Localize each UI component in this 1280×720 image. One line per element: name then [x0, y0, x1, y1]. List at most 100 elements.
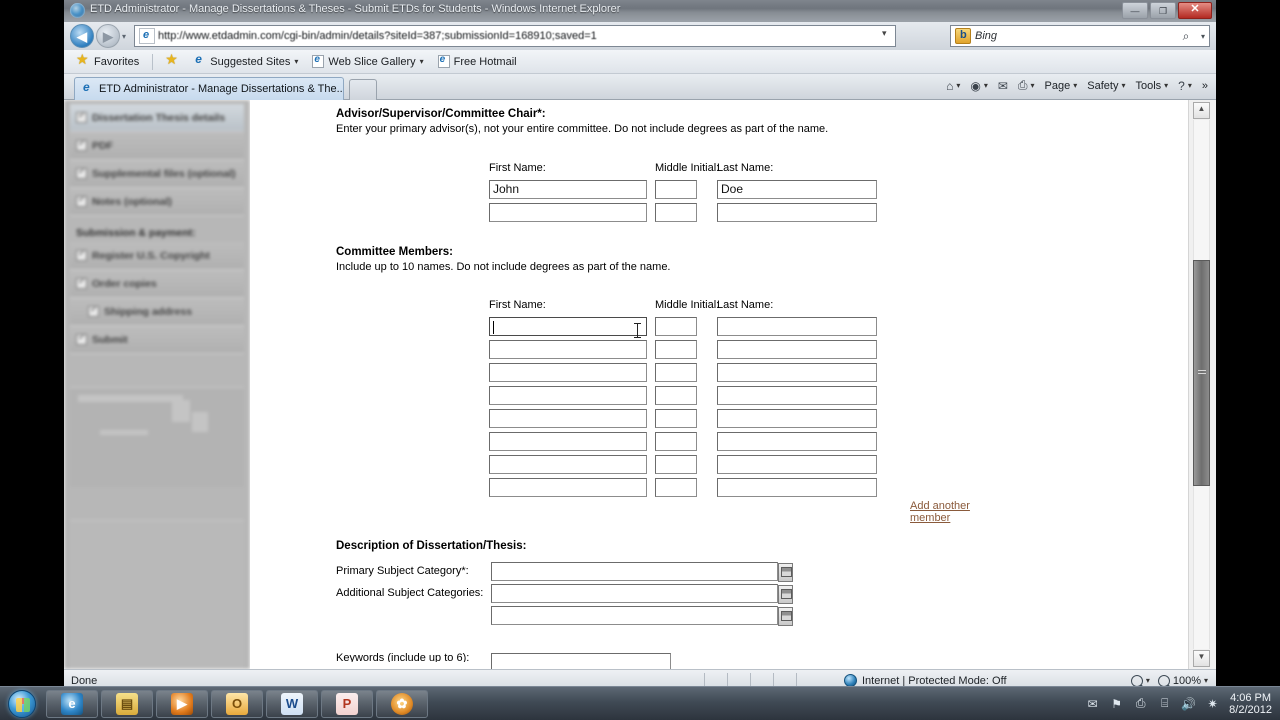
committee-first-name-input[interactable] — [489, 340, 647, 359]
committee-middle-initial-input[interactable] — [655, 317, 697, 336]
advisor-first-name-input[interactable]: John — [489, 180, 647, 199]
feeds-button[interactable]: ◉ ▾ — [966, 77, 992, 95]
taskbar-item-internet-explorer[interactable]: e — [46, 689, 98, 718]
sidebar-item-pdf[interactable]: PDF — [70, 132, 244, 160]
tools-menu[interactable]: Tools ▾ — [1131, 78, 1172, 94]
committee-middle-initial-input[interactable] — [655, 478, 697, 497]
committee-first-name-input[interactable] — [489, 363, 647, 382]
committee-last-name-input[interactable] — [717, 340, 877, 359]
chevron-down-icon[interactable]: ▾ — [1146, 676, 1150, 685]
page-menu[interactable]: Page ▾ — [1041, 78, 1082, 94]
flag-error-tray-icon[interactable]: ⚑ — [1109, 696, 1124, 711]
advisor-last-name-input[interactable]: Doe — [717, 180, 877, 199]
committee-first-name-input[interactable] — [489, 478, 647, 497]
mail-tray-icon[interactable]: ✉ — [1085, 696, 1100, 711]
close-button[interactable]: ✕ — [1178, 2, 1212, 19]
chevron-down-icon[interactable]: ▾ — [1031, 81, 1035, 90]
security-zone[interactable]: Internet | Protected Mode: Off — [844, 674, 1007, 686]
add-another-member-link[interactable]: Add another member — [910, 500, 976, 524]
favorites-button[interactable]: Favorites — [72, 51, 144, 69]
minimize-button[interactable]: — — [1122, 2, 1148, 19]
taskbar-item-media-player[interactable]: ▶ — [156, 689, 208, 718]
chevron-down-icon[interactable]: ▾ — [984, 81, 988, 90]
sidebar-item-register-copyright[interactable]: Register U.S. Copyright — [70, 242, 244, 270]
sidebar-item-shipping-address[interactable]: Shipping address — [70, 298, 244, 326]
scrollbar-thumb[interactable] — [1193, 260, 1210, 486]
chevron-down-icon[interactable]: ▾ — [1164, 81, 1168, 90]
committee-first-name-input[interactable] — [489, 455, 647, 474]
search-go-icon[interactable]: ⌕ — [1175, 29, 1197, 44]
page-scrollbar[interactable]: ▲ ▼ — [1188, 100, 1216, 669]
tab-etd-administrator[interactable]: ETD Administrator - Manage Dissertations… — [74, 77, 344, 100]
new-tab-button[interactable] — [349, 79, 377, 100]
forward-button[interactable]: ▶ — [96, 24, 120, 48]
committee-last-name-input[interactable] — [717, 432, 877, 451]
sidebar-item-supplemental-files[interactable]: Supplemental files (optional) — [70, 160, 244, 188]
scroll-down-button[interactable]: ▼ — [1193, 650, 1210, 667]
taskbar-clock[interactable]: 4:06 PM 8/2/2012 — [1229, 692, 1272, 716]
committee-middle-initial-input[interactable] — [655, 409, 697, 428]
restore-button[interactable]: ❐ — [1150, 2, 1176, 19]
category-picker-icon[interactable] — [778, 562, 793, 582]
committee-middle-initial-input[interactable] — [655, 386, 697, 405]
committee-first-name-input[interactable] — [489, 386, 647, 405]
committee-first-name-input[interactable] — [489, 409, 647, 428]
address-input[interactable]: http://www.etdadmin.com/cgi-bin/admin/de… — [158, 30, 879, 42]
privacy-report-button[interactable]: ▾ — [1130, 674, 1150, 686]
committee-last-name-input[interactable] — [717, 478, 877, 497]
recent-pages-caret-icon[interactable]: ▾ — [122, 32, 126, 41]
committee-last-name-input[interactable] — [717, 317, 877, 336]
chevron-down-icon[interactable]: ▾ — [420, 57, 424, 66]
chevron-down-icon[interactable]: ▾ — [1188, 81, 1192, 90]
sidebar-item-dissertation-details[interactable]: Dissertation Thesis details — [70, 104, 244, 132]
search-box[interactable]: Bing ⌕ ▾ — [950, 25, 1210, 47]
advisor-last-name-input[interactable] — [717, 203, 877, 222]
chevron-down-icon[interactable]: ▾ — [294, 57, 298, 66]
committee-last-name-input[interactable] — [717, 409, 877, 428]
home-button[interactable]: ⌂ ▾ — [942, 77, 964, 95]
scroll-up-button[interactable]: ▲ — [1193, 102, 1210, 119]
network-tray-icon[interactable]: ⌸ — [1157, 696, 1172, 711]
chevron-down-icon[interactable]: ▾ — [1121, 81, 1125, 90]
command-overflow-button[interactable]: » — [1198, 78, 1212, 94]
taskbar-item-flower-app[interactable]: ✿ — [376, 689, 428, 718]
taskbar-item-word[interactable]: W — [266, 689, 318, 718]
committee-middle-initial-input[interactable] — [655, 363, 697, 382]
start-button[interactable] — [8, 689, 36, 718]
committee-last-name-input[interactable] — [717, 386, 877, 405]
chevron-down-icon[interactable]: ▾ — [1204, 676, 1208, 685]
advisor-first-name-input[interactable] — [489, 203, 647, 222]
advisor-middle-initial-input[interactable] — [655, 180, 697, 199]
favorites-add-button[interactable] — [161, 51, 184, 69]
volume-tray-icon[interactable]: 🔊 — [1181, 696, 1196, 711]
read-mail-button[interactable]: ✉ — [994, 77, 1012, 95]
committee-first-name-input[interactable] — [489, 317, 647, 336]
committee-middle-initial-input[interactable] — [655, 340, 697, 359]
security-tray-icon[interactable]: ✷ — [1205, 696, 1220, 711]
committee-middle-initial-input[interactable] — [655, 432, 697, 451]
address-bar[interactable]: http://www.etdadmin.com/cgi-bin/admin/de… — [134, 25, 896, 47]
category-picker-icon[interactable] — [778, 606, 793, 626]
committee-first-name-input[interactable] — [489, 432, 647, 451]
additional-subject-input[interactable] — [491, 605, 793, 626]
printer-tray-icon[interactable]: ⎙ — [1133, 696, 1148, 711]
taskbar-item-outlook[interactable]: O — [211, 689, 263, 718]
search-provider-caret-icon[interactable]: ▾ — [1197, 32, 1209, 41]
primary-subject-input[interactable] — [491, 561, 793, 582]
sidebar-item-notes[interactable]: Notes (optional) — [70, 188, 244, 216]
safety-menu[interactable]: Safety ▾ — [1083, 78, 1129, 94]
chevron-down-icon[interactable]: ▾ — [1073, 81, 1077, 90]
search-input[interactable]: Bing — [975, 30, 1175, 42]
print-button[interactable]: ⎙ ▾ — [1014, 76, 1039, 95]
committee-last-name-input[interactable] — [717, 363, 877, 382]
favorite-web-slice-gallery[interactable]: Web Slice Gallery ▾ — [307, 54, 428, 69]
advisor-middle-initial-input[interactable] — [655, 203, 697, 222]
sidebar-item-order-copies[interactable]: Order copies — [70, 270, 244, 298]
address-dropdown-icon[interactable] — [879, 26, 895, 46]
additional-subject-input[interactable] — [491, 583, 793, 604]
sidebar-item-submit[interactable]: Submit — [70, 326, 244, 354]
keywords-input[interactable] — [491, 653, 671, 669]
zoom-control[interactable]: 100% ▾ — [1157, 674, 1208, 686]
committee-last-name-input[interactable] — [717, 455, 877, 474]
category-picker-icon[interactable] — [778, 584, 793, 604]
